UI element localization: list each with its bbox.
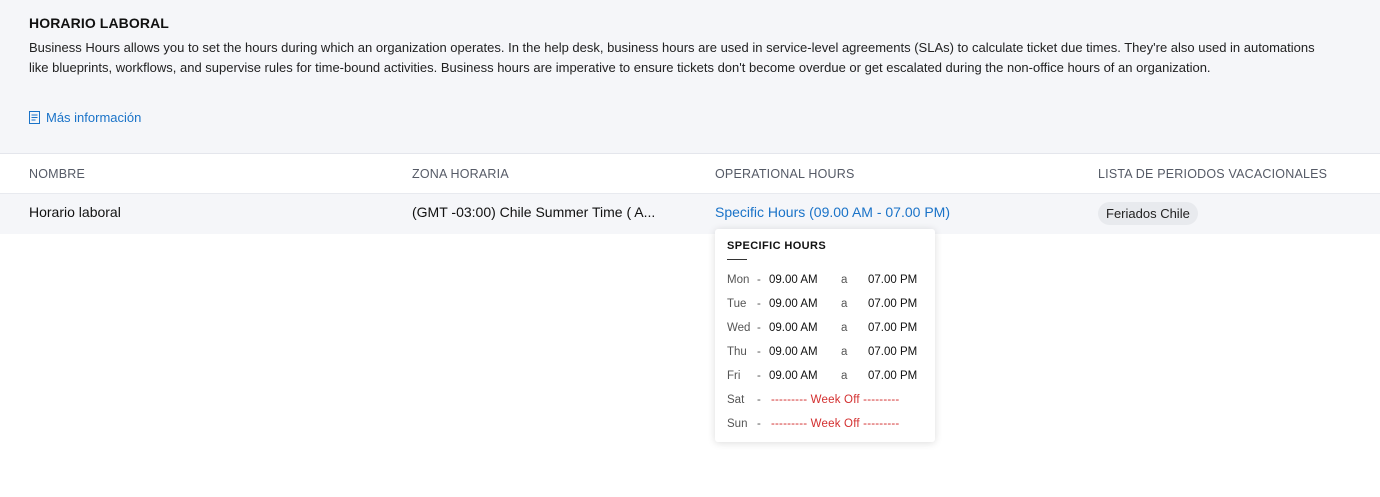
day-row-mon: Mon - 09.00 AM a 07.00 PM bbox=[727, 274, 927, 292]
page-description: Business Hours allows you to set the hou… bbox=[29, 40, 1315, 75]
day-label: Tue bbox=[727, 298, 747, 310]
table-row[interactable]: Horario laboral (GMT -03:00) Chile Summe… bbox=[0, 194, 1380, 234]
column-header-timezone[interactable]: ZONA HORARIA bbox=[412, 167, 509, 181]
more-info-link[interactable]: Más información bbox=[29, 110, 141, 125]
end-time: 07.00 PM bbox=[868, 346, 918, 358]
row-operational-hours-link[interactable]: Specific Hours (09.00 AM - 07.00 PM) bbox=[715, 204, 950, 220]
day-label: Thu bbox=[727, 346, 747, 358]
end-time: 07.00 PM bbox=[868, 370, 918, 382]
end-time: 07.00 PM bbox=[868, 298, 918, 310]
end-time: 07.00 PM bbox=[868, 322, 918, 334]
day-row-fri: Fri - 09.00 AM a 07.00 PM bbox=[727, 370, 927, 388]
time-separator: a bbox=[841, 346, 848, 358]
popover-title-underline bbox=[727, 259, 747, 260]
day-label: Fri bbox=[727, 370, 741, 382]
intro-section: HORARIO LABORAL Business Hours allows yo… bbox=[0, 0, 1380, 154]
specific-hours-popover: SPECIFIC HOURS Mon - 09.00 AM a 07.00 PM… bbox=[715, 229, 935, 442]
row-name[interactable]: Horario laboral bbox=[29, 204, 121, 220]
day-row-sat: Sat - --------- Week Off --------- bbox=[727, 394, 927, 412]
start-time: 09.00 AM bbox=[769, 370, 818, 382]
page-title: HORARIO LABORAL bbox=[29, 15, 169, 31]
time-separator: a bbox=[841, 370, 848, 382]
day-dash: - bbox=[757, 274, 761, 286]
start-time: 09.00 AM bbox=[769, 346, 818, 358]
day-row-wed: Wed - 09.00 AM a 07.00 PM bbox=[727, 322, 927, 340]
day-label: Sat bbox=[727, 394, 745, 406]
day-row-sun: Sun - --------- Week Off --------- bbox=[727, 418, 927, 436]
day-label: Wed bbox=[727, 322, 751, 334]
week-off-label: --------- Week Off --------- bbox=[771, 418, 900, 430]
start-time: 09.00 AM bbox=[769, 274, 818, 286]
day-label: Mon bbox=[727, 274, 750, 286]
day-label: Sun bbox=[727, 418, 748, 430]
day-dash: - bbox=[757, 370, 761, 382]
column-header-holiday-list[interactable]: LISTA DE PERIODOS VACACIONALES bbox=[1098, 167, 1327, 181]
start-time: 09.00 AM bbox=[769, 322, 818, 334]
popover-title: SPECIFIC HOURS bbox=[727, 240, 827, 252]
document-icon bbox=[29, 111, 40, 124]
day-row-thu: Thu - 09.00 AM a 07.00 PM bbox=[727, 346, 927, 364]
column-header-operational-hours[interactable]: OPERATIONAL HOURS bbox=[715, 167, 855, 181]
start-time: 09.00 AM bbox=[769, 298, 818, 310]
more-info-label[interactable]: Más información bbox=[46, 110, 141, 125]
day-row-tue: Tue - 09.00 AM a 07.00 PM bbox=[727, 298, 927, 316]
time-separator: a bbox=[841, 274, 848, 286]
row-timezone: (GMT -03:00) Chile Summer Time ( A... bbox=[412, 204, 656, 220]
table-header: NOMBRE ZONA HORARIA OPERATIONAL HOURS LI… bbox=[0, 154, 1380, 194]
day-dash: - bbox=[757, 394, 761, 406]
week-off-label: --------- Week Off --------- bbox=[771, 394, 900, 406]
day-dash: - bbox=[757, 298, 761, 310]
end-time: 07.00 PM bbox=[868, 274, 918, 286]
holiday-list-chip[interactable]: Feriados Chile bbox=[1098, 202, 1198, 225]
day-dash: - bbox=[757, 418, 761, 430]
column-header-name[interactable]: NOMBRE bbox=[29, 167, 85, 181]
day-dash: - bbox=[757, 322, 761, 334]
time-separator: a bbox=[841, 322, 848, 334]
day-dash: - bbox=[757, 346, 761, 358]
time-separator: a bbox=[841, 298, 848, 310]
